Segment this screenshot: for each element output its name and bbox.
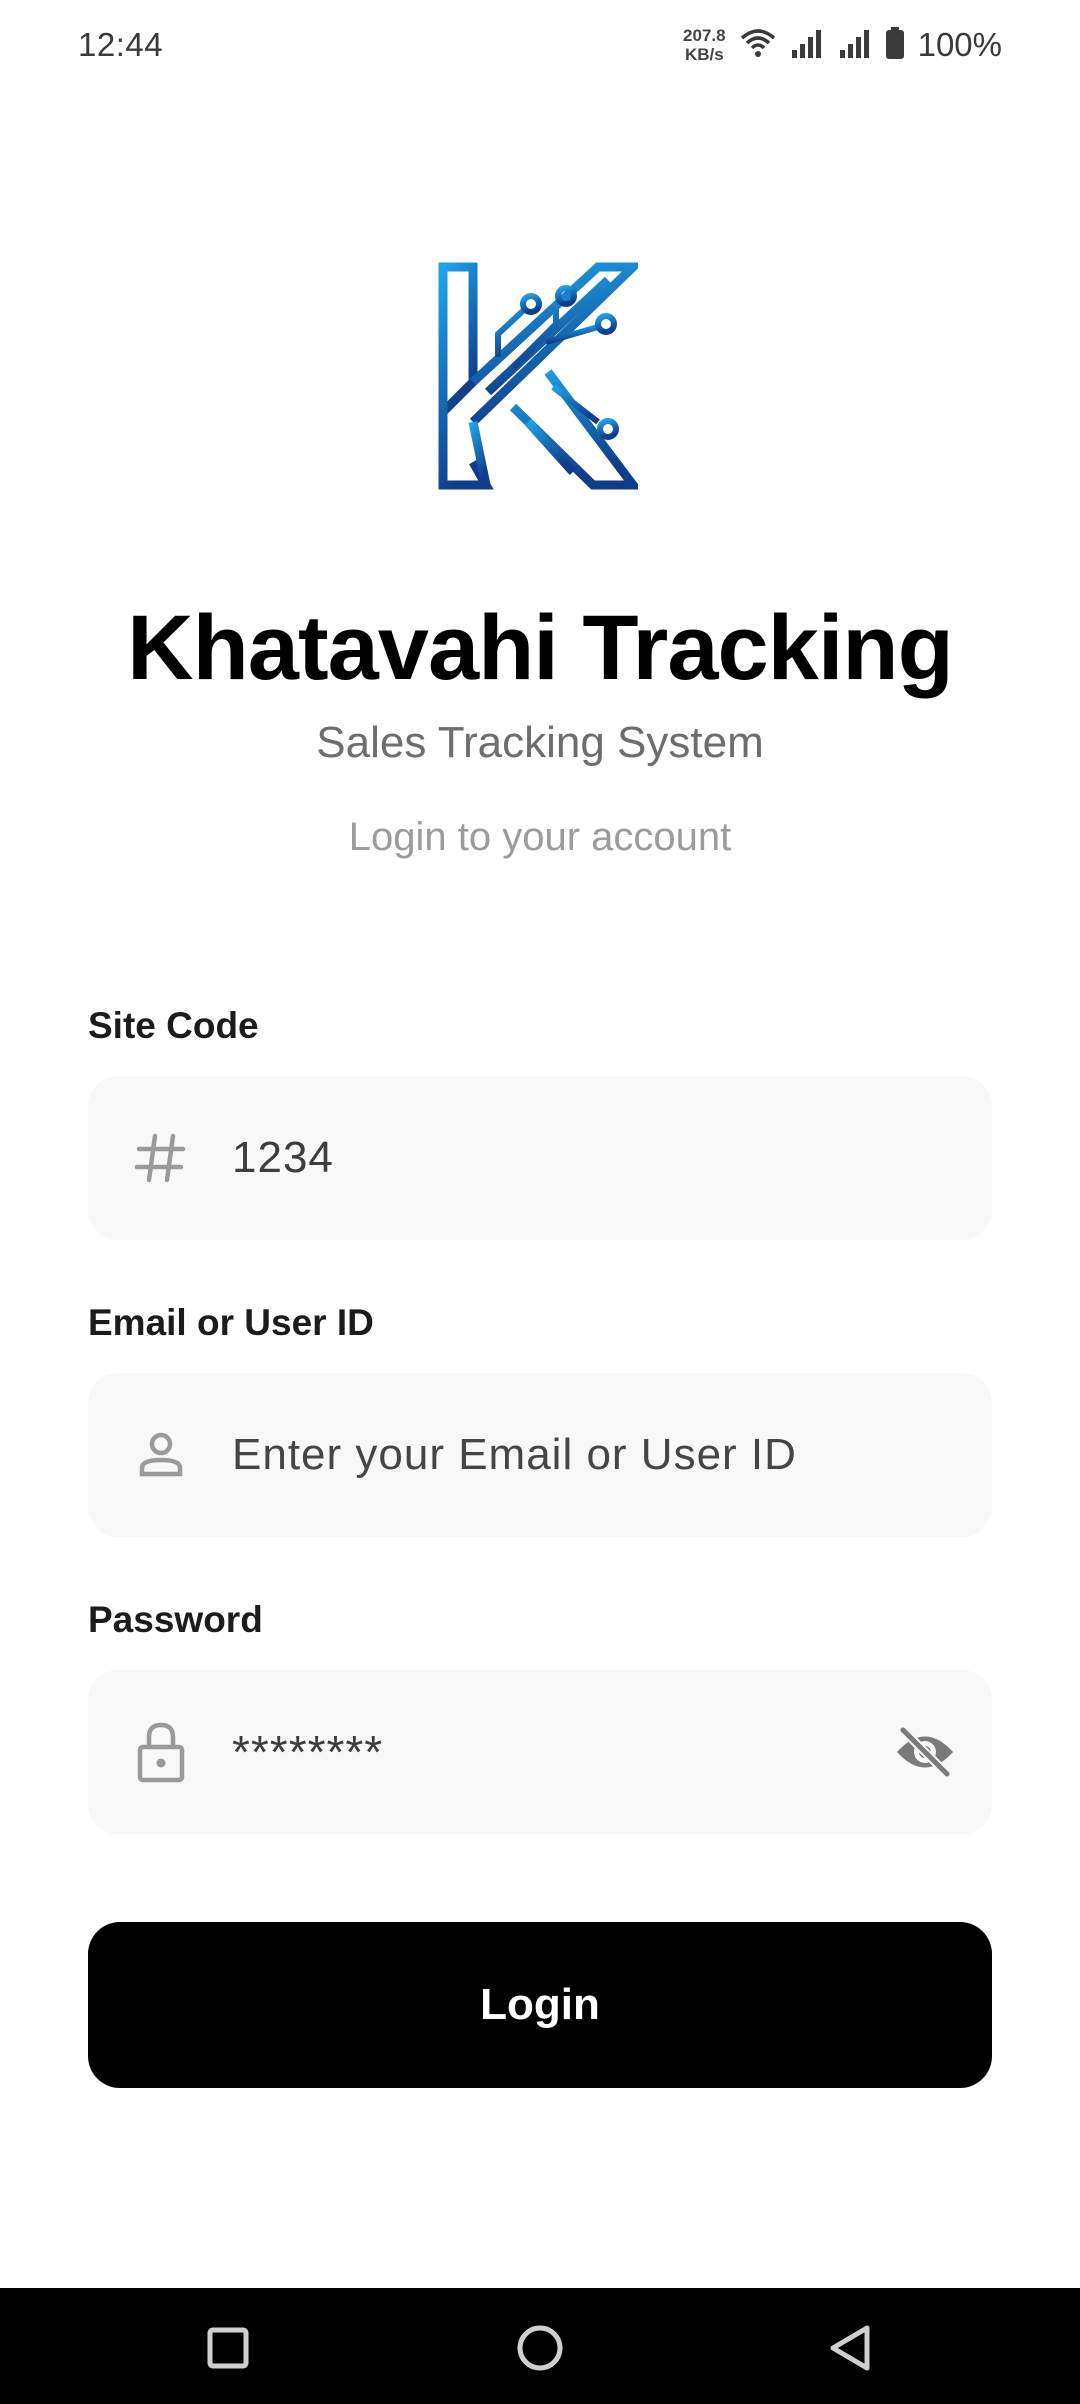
status-time: 12:44: [78, 26, 164, 63]
password-field[interactable]: ********: [88, 1670, 992, 1834]
battery-icon: [885, 26, 904, 64]
app-logo: [438, 262, 645, 490]
home-icon[interactable]: [510, 2318, 570, 2378]
hash-icon: [128, 1125, 194, 1191]
network-speed-value: 207.8: [683, 26, 726, 45]
app-title: Khatavahi Tracking: [127, 597, 954, 699]
status-icons: 207.8 KB/s 100%: [683, 26, 1002, 64]
site-code-field[interactable]: 1234: [88, 1076, 992, 1240]
password-value[interactable]: ********: [232, 1725, 383, 1779]
email-label: Email or User ID: [88, 1302, 374, 1343]
signal-icon: [838, 28, 872, 63]
status-bar: 12:44 207.8 KB/s 100%: [0, 0, 1080, 90]
site-code-label: Site Code: [88, 1005, 259, 1046]
person-icon: [128, 1422, 194, 1488]
eye-off-icon[interactable]: [890, 1717, 960, 1787]
battery-percent: 100%: [917, 26, 1002, 63]
lock-icon: [128, 1719, 194, 1785]
network-speed: 207.8 KB/s: [683, 26, 726, 64]
login-button[interactable]: Login: [88, 1922, 992, 2088]
email-field[interactable]: Enter your Email or User ID: [88, 1373, 992, 1537]
login-screen: 12:44 207.8 KB/s 100% Khatavahi Tracking…: [0, 0, 1080, 2404]
wifi-icon: [740, 28, 776, 63]
back-icon[interactable]: [820, 2318, 880, 2378]
recent-apps-icon[interactable]: [198, 2318, 258, 2378]
app-subtitle: Sales Tracking System: [316, 718, 764, 767]
password-label: Password: [88, 1599, 263, 1640]
login-hint: Login to your account: [348, 815, 732, 859]
navigation-bar: [0, 2288, 1080, 2404]
network-speed-unit: KB/s: [684, 45, 724, 64]
site-code-value[interactable]: 1234: [232, 1133, 334, 1183]
signal-icon: [790, 28, 824, 63]
email-placeholder[interactable]: Enter your Email or User ID: [232, 1430, 797, 1480]
